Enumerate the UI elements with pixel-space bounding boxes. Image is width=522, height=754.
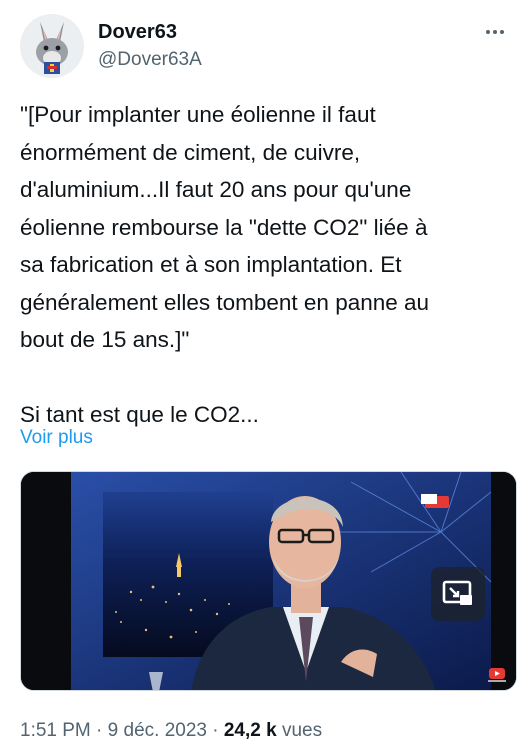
handle[interactable]: @Dover63A bbox=[98, 48, 202, 72]
post-time[interactable]: 1:51 PM bbox=[20, 720, 91, 741]
separator: · bbox=[96, 720, 103, 741]
avatar[interactable] bbox=[20, 14, 84, 78]
tvl-logo-icon bbox=[421, 494, 449, 508]
video-thumbnail[interactable] bbox=[20, 471, 517, 691]
views-count: 24,2 k bbox=[223, 720, 277, 741]
tweet-header: Dover63 @Dover63A bbox=[20, 14, 510, 78]
separator: · bbox=[212, 720, 219, 741]
dot bbox=[500, 30, 504, 34]
picture-in-picture-icon[interactable] bbox=[431, 567, 485, 621]
post-date[interactable]: 9 déc. 2023 bbox=[108, 720, 207, 741]
tweet-metadata: 1:51 PM · 9 déc. 2023 · 24,2 k vues bbox=[20, 718, 322, 744]
more-options-icon[interactable] bbox=[480, 20, 510, 44]
show-more-link[interactable]: Voir plus bbox=[20, 425, 93, 451]
youtube-icon bbox=[486, 666, 508, 684]
pip-glyph bbox=[442, 580, 472, 605]
dot bbox=[493, 30, 497, 34]
author-names: Dover63 @Dover63A bbox=[98, 20, 202, 72]
rabbit-avatar-icon bbox=[20, 14, 84, 78]
tweet-text: "[Pour implanter une éolienne il faut én… bbox=[20, 102, 430, 427]
display-name[interactable]: Dover63 bbox=[98, 20, 202, 44]
views-label: vues bbox=[281, 720, 323, 741]
dot bbox=[486, 30, 490, 34]
